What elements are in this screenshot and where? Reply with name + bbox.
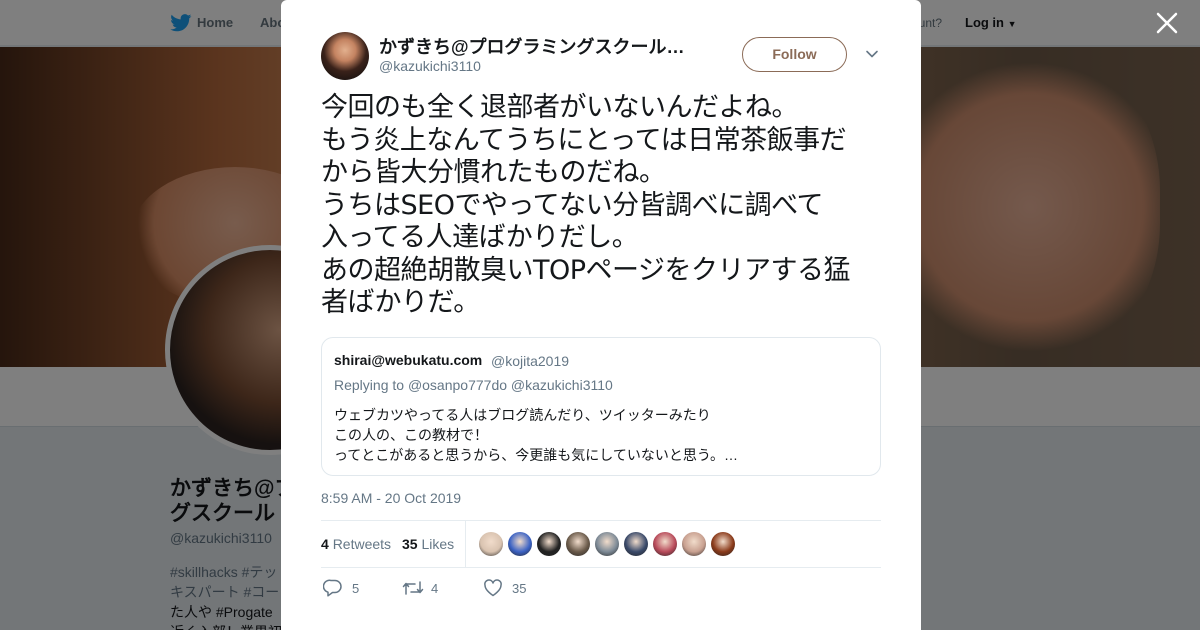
- likes-stat[interactable]: 35 Likes: [402, 536, 454, 552]
- tweet-text-line: から皆大分慣れたものだね。: [321, 157, 666, 188]
- liker-avatar[interactable]: [479, 532, 503, 556]
- liker-avatar[interactable]: [566, 532, 590, 556]
- quoted-tweet-card[interactable]: shirai@webukatu.com @kojita2019 Replying…: [321, 337, 881, 476]
- tweet-stats-bar: 4 Retweets 35 Likes: [321, 520, 881, 568]
- tweet-text-line: 今回のも全く退部者がいないんだよね。: [321, 92, 799, 123]
- retweets-stat[interactable]: 4 Retweets: [321, 536, 391, 552]
- quoted-text-line: ってとこがあると思うから、今更誰も気にしていないと思う。…: [334, 447, 739, 463]
- tweet-text-line: もう炎上なんてうちにとっては日常茶飯事だ: [321, 124, 847, 156]
- tweet-text-line: 入ってる人達ばかりだし。: [321, 222, 639, 253]
- tweet-text-line: 者ばかりだ。: [321, 287, 480, 318]
- tweet-text-line: うちはSEOでやってない分皆調べに調べて: [321, 189, 824, 221]
- likes-label: Likes: [421, 536, 455, 552]
- likes-count: 35: [402, 536, 418, 552]
- quoted-author-handle: @kojita2019: [491, 353, 570, 369]
- liker-avatar[interactable]: [595, 532, 619, 556]
- retweet-count: 4: [431, 581, 439, 596]
- retweet-icon: [402, 581, 424, 595]
- reply-count: 5: [352, 581, 360, 596]
- retweets-label: Retweets: [332, 536, 392, 552]
- liker-avatar[interactable]: [682, 532, 706, 556]
- stats-divider: [465, 521, 466, 568]
- liker-avatar[interactable]: [624, 532, 648, 556]
- close-icon[interactable]: [1152, 10, 1182, 40]
- retweets-count: 4: [321, 536, 329, 552]
- quoted-author-name: shirai@webukatu.com: [334, 352, 483, 368]
- liker-avatar[interactable]: [508, 532, 532, 556]
- reply-icon: [323, 579, 342, 597]
- author-avatar[interactable]: [321, 32, 369, 80]
- quoted-text-line: ウェブカツやってる人はブログ読んだり、ツイッターみたり: [334, 407, 711, 423]
- author-handle[interactable]: @kazukichi3110: [379, 58, 481, 74]
- like-count: 35: [512, 581, 527, 596]
- heart-icon: [484, 579, 502, 597]
- reply-prefix: Replying to: [334, 377, 405, 393]
- tweet-text-line: あの超絶胡散臭いTOPページをクリアする猛: [321, 254, 851, 286]
- liker-avatar[interactable]: [653, 532, 677, 556]
- quoted-text-line: この人の、この教材で！: [334, 427, 488, 443]
- quoted-reply-context: Replying to @osanpo777do @kazukichi3110: [334, 377, 613, 393]
- liker-avatar[interactable]: [711, 532, 735, 556]
- follow-button[interactable]: Follow: [742, 37, 847, 72]
- chevron-down-icon[interactable]: [864, 46, 880, 62]
- liker-avatar[interactable]: [537, 532, 561, 556]
- reply-to-handles: @osanpo777do @kazukichi3110: [407, 377, 613, 393]
- tweet-timestamp[interactable]: 8:59 AM - 20 Oct 2019: [321, 490, 461, 506]
- tweet-modal: かずきち@プログラミングスクール… @kazukichi3110 Follow …: [281, 0, 921, 630]
- author-name[interactable]: かずきち@プログラミングスクール…: [379, 33, 689, 59]
- tweet-text: 今回のも全く退部者がいないんだよね。 もう炎上なんてうちにとっては日常茶飯事だ …: [321, 92, 886, 320]
